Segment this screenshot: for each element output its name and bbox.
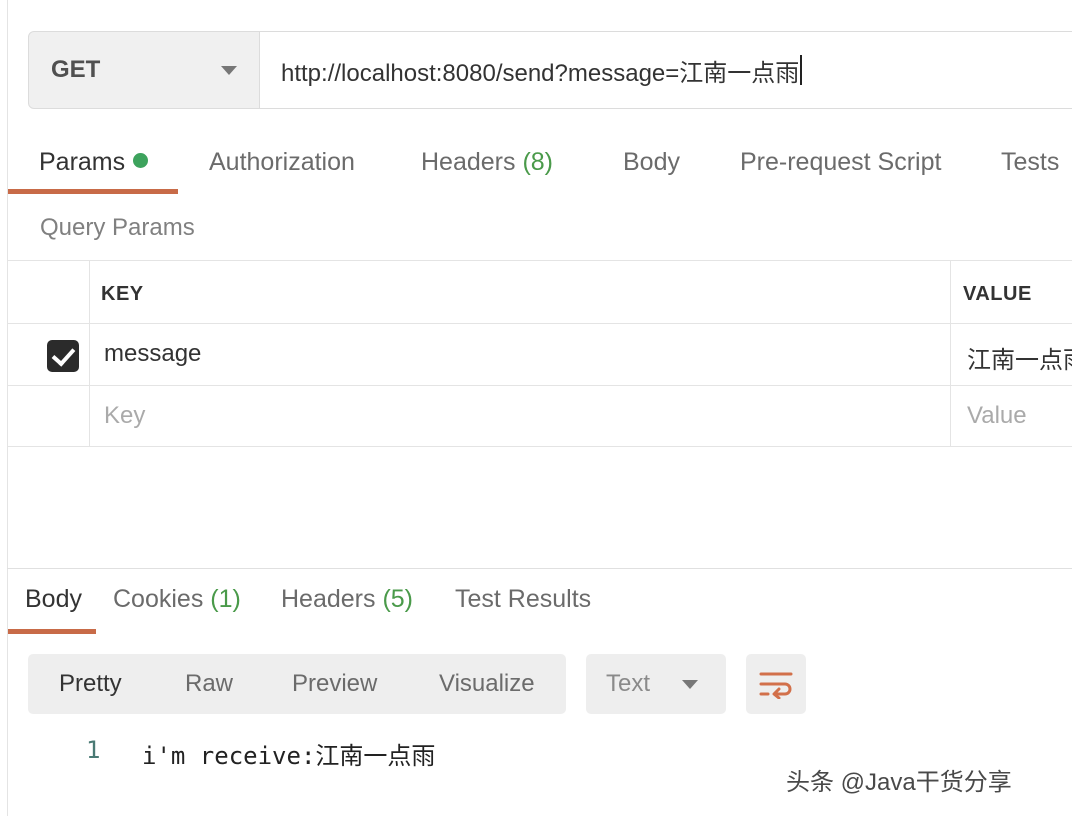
method-label: GET [51,56,101,83]
tab-params-label: Params [39,148,126,176]
response-divider [7,568,1072,569]
wrap-lines-icon [759,672,793,699]
query-params-title: Query Params [40,214,195,241]
headers-count: (8) [522,148,554,176]
table-header-row: KEY VALUE [7,260,1072,323]
view-visualize-button[interactable]: Visualize [439,670,535,698]
active-response-tab-underline [8,629,96,634]
view-mode-group: Pretty Raw Preview Visualize [28,654,566,714]
chevron-down-icon [221,66,237,75]
new-key-input[interactable]: Key [104,402,145,430]
line-number: 1 [86,736,101,764]
wrap-lines-button[interactable] [746,654,806,714]
tab-pre-request-label: Pre-request Script [740,148,942,176]
format-label: Text [606,670,651,697]
response-tab-body-label: Body [25,585,82,613]
response-tabs: Body Cookies (1) Headers (5) Test Result… [0,575,1072,635]
view-pretty-button[interactable]: Pretty [59,670,122,698]
tab-params[interactable]: Params [39,148,149,177]
request-tabs: Params Authorization Headers (8) Body Pr… [0,138,1072,194]
view-raw-button[interactable]: Raw [185,670,233,698]
response-body-text: i'm receive:江南一点雨 [142,742,436,770]
column-divider [950,261,951,323]
response-tab-body[interactable]: Body [25,585,82,614]
tab-authorization-label: Authorization [209,148,355,176]
status-dot-icon [133,153,149,168]
column-divider [950,324,951,385]
column-divider [950,386,951,446]
table-row: message 江南一点雨 [7,323,1072,385]
param-enabled-checkbox[interactable] [47,340,79,372]
tab-headers[interactable]: Headers (8) [421,148,553,177]
table-row: Key Value [7,385,1072,447]
watermark: 头条 @Java干货分享 [786,769,1012,796]
column-divider [89,261,90,323]
response-tab-headers-label: Headers [281,585,376,613]
param-value-input[interactable]: 江南一点雨 [967,340,1072,375]
format-select[interactable]: Text [586,654,726,714]
tab-tests-label: Tests [1001,148,1060,176]
column-header-key: KEY [101,283,144,305]
view-preview-button[interactable]: Preview [292,670,377,698]
column-divider [89,324,90,385]
text-cursor [800,55,803,85]
url-input[interactable]: http://localhost:8080/send?message=江南一点雨 [259,31,1072,109]
response-headers-count: (5) [382,585,414,613]
tab-body-label: Body [623,148,680,176]
response-tab-test-results-label: Test Results [455,585,592,613]
chevron-down-icon [682,680,698,689]
tab-tests[interactable]: Tests [1001,148,1059,177]
tab-body[interactable]: Body [623,148,680,177]
response-tab-cookies[interactable]: Cookies (1) [113,585,241,614]
response-tab-cookies-label: Cookies [113,585,204,613]
column-divider [89,386,90,446]
param-key-input[interactable]: message [104,340,201,368]
active-tab-underline [8,189,178,194]
url-text: http://localhost:8080/send?message=江南一点雨 [281,59,800,87]
response-tab-headers[interactable]: Headers (5) [281,585,413,614]
cookies-count: (1) [210,585,241,613]
tab-headers-label: Headers [421,148,516,176]
tab-authorization[interactable]: Authorization [209,148,355,177]
column-header-value: VALUE [963,283,1032,305]
new-value-input[interactable]: Value [967,402,1027,430]
response-tab-test-results[interactable]: Test Results [455,585,591,614]
tab-pre-request-script[interactable]: Pre-request Script [740,148,941,177]
method-select[interactable]: GET [28,31,260,109]
